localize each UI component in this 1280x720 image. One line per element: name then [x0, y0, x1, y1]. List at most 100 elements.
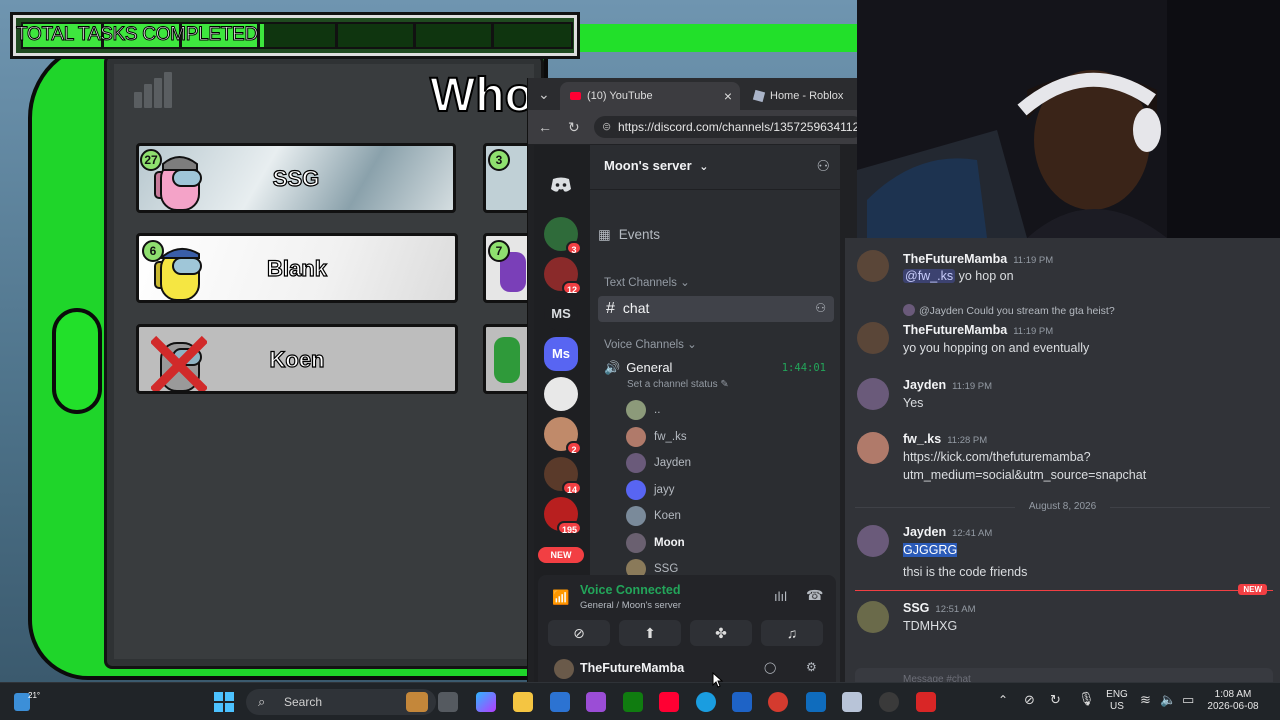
- tray-chevron-icon[interactable]: ⌃: [998, 693, 1008, 707]
- taskbar-search[interactable]: ⌕ Search: [246, 689, 436, 715]
- avatar[interactable]: [626, 532, 646, 553]
- obs-icon[interactable]: [879, 692, 899, 712]
- url-field[interactable]: ⊜ https://discord.com/channels/135725963…: [594, 116, 864, 138]
- volume-icon[interactable]: 🔈: [1160, 692, 1176, 708]
- signal-icon[interactable]: 📶: [552, 589, 569, 606]
- share-screen-button[interactable]: ⬆: [619, 620, 681, 646]
- invite-icon[interactable]: ⚇: [815, 301, 826, 315]
- roblox-app-icon[interactable]: [916, 692, 936, 712]
- disconnect-icon[interactable]: ☎: [806, 587, 823, 604]
- voice-user[interactable]: Koen: [626, 506, 681, 526]
- battery-icon[interactable]: ▭: [1182, 692, 1194, 708]
- server-ms[interactable]: MS: [544, 297, 578, 331]
- windows-start-icon[interactable]: [214, 692, 234, 712]
- gear-icon[interactable]: ⚙: [806, 660, 817, 674]
- current-username[interactable]: TheFutureMamba: [580, 661, 684, 675]
- avatar[interactable]: [626, 400, 646, 420]
- task-view-icon[interactable]: [438, 692, 458, 712]
- voice-user[interactable]: Moon: [626, 532, 685, 553]
- voice-user[interactable]: ..: [626, 400, 660, 420]
- server-icon[interactable]: 3: [544, 217, 582, 255]
- pdf-icon[interactable]: [768, 692, 788, 712]
- discord-logo-icon[interactable]: [550, 177, 572, 193]
- weather-widget[interactable]: 21°: [14, 691, 40, 711]
- avatar[interactable]: [857, 525, 889, 557]
- vote-card-ssg[interactable]: SSG: [136, 143, 456, 213]
- store-icon[interactable]: [550, 692, 570, 712]
- app-icon[interactable]: [586, 692, 606, 712]
- text-channels-category[interactable]: Text Channels ⌄: [604, 275, 840, 289]
- edge-icon[interactable]: [696, 692, 716, 712]
- selected-text[interactable]: GJGGRG: [903, 543, 958, 557]
- server-icon[interactable]: 12: [544, 257, 582, 295]
- voice-user[interactable]: jayy: [626, 479, 674, 500]
- avatar[interactable]: [857, 601, 889, 633]
- tab-youtube[interactable]: (10) YouTube ×: [560, 82, 740, 110]
- server-icon[interactable]: 2: [544, 417, 582, 455]
- word-icon[interactable]: [732, 692, 752, 712]
- server-header[interactable]: Moon's server ⌄ ⚇: [590, 145, 840, 190]
- invite-user-icon[interactable]: ⚇: [817, 157, 830, 175]
- message-author[interactable]: SSG 12:51 AM: [903, 601, 976, 615]
- vote-card-koen[interactable]: Koen: [136, 324, 458, 394]
- events-item[interactable]: ▦ Events: [598, 227, 834, 243]
- noise-suppression-icon[interactable]: ılıl: [774, 589, 787, 604]
- voice-channel-general[interactable]: 🔊 General 1:44:01: [604, 360, 840, 376]
- voice-user[interactable]: Jayden: [626, 453, 691, 473]
- close-tab-icon[interactable]: ×: [724, 88, 732, 104]
- new-servers-pill[interactable]: NEW: [538, 547, 584, 563]
- vote-card-blank[interactable]: Blank: [136, 233, 458, 303]
- voice-status[interactable]: Voice Connected: [580, 583, 680, 597]
- activities-button[interactable]: ✤: [690, 620, 752, 646]
- avatar[interactable]: [554, 659, 574, 679]
- voice-user[interactable]: fw_.ks: [626, 426, 687, 447]
- microphone-icon[interactable]: 🎙: [1078, 691, 1095, 707]
- server-icon[interactable]: [544, 377, 578, 411]
- avatar[interactable]: [626, 506, 646, 526]
- vote-card-partial[interactable]: [483, 324, 533, 394]
- avatar[interactable]: [857, 378, 889, 410]
- avatar[interactable]: [626, 426, 646, 447]
- app-icon[interactable]: [842, 692, 862, 712]
- reload-icon[interactable]: ↻: [568, 119, 580, 136]
- soundboard-button[interactable]: ♫: [761, 620, 823, 646]
- avatar[interactable]: [626, 479, 646, 500]
- avatar[interactable]: [857, 250, 889, 282]
- message-author[interactable]: Jayden 12:41 AM: [903, 525, 992, 539]
- camera-off-button[interactable]: ⊘: [548, 620, 610, 646]
- xbox-icon[interactable]: [623, 692, 643, 712]
- tray-icon[interactable]: ⊘: [1024, 692, 1035, 708]
- channel-chat[interactable]: # chat ⚇: [598, 296, 834, 322]
- tablet-side-button[interactable]: [52, 308, 102, 414]
- back-arrow-icon[interactable]: ←: [538, 119, 552, 135]
- wifi-icon[interactable]: ≋: [1140, 692, 1151, 708]
- message-author[interactable]: TheFutureMamba 11:19 PM: [903, 323, 1053, 337]
- server-icon[interactable]: 14: [544, 457, 582, 495]
- message-author[interactable]: TheFutureMamba 11:19 PM: [903, 252, 1053, 266]
- avatar[interactable]: [857, 432, 889, 464]
- outlook-icon[interactable]: [806, 692, 826, 712]
- message-link[interactable]: utm_medium=social&utm_source=snapchat: [903, 468, 1146, 482]
- server-icon[interactable]: 195: [544, 497, 582, 535]
- clock[interactable]: 1:08 AM 2026-06-08: [1200, 689, 1266, 713]
- file-explorer-icon[interactable]: [513, 692, 533, 712]
- set-channel-status[interactable]: Set a channel status ✎: [627, 379, 863, 390]
- voice-channels-category[interactable]: Voice Channels ⌄: [604, 337, 840, 351]
- tab-list-chevron-icon[interactable]: ⌄: [538, 86, 550, 103]
- reply-preview[interactable]: @Jayden Could you stream the gta heist?: [903, 304, 1115, 317]
- mic-icon[interactable]: ◯: [764, 661, 776, 674]
- avatar[interactable]: [626, 453, 646, 473]
- server-moons[interactable]: Ms: [544, 337, 578, 371]
- message-author[interactable]: fw_.ks 11:28 PM: [903, 432, 987, 446]
- avatar[interactable]: [857, 322, 889, 354]
- site-info-icon[interactable]: ⊜: [602, 116, 611, 138]
- tray-icon[interactable]: ↻: [1050, 692, 1061, 708]
- stats-bars-icon[interactable]: [134, 72, 174, 108]
- message-link[interactable]: https://kick.com/thefuturemamba?: [903, 450, 1091, 464]
- message-author[interactable]: Jayden 11:19 PM: [903, 378, 992, 392]
- youtube-app-icon[interactable]: [659, 692, 679, 712]
- language-indicator[interactable]: ENG US: [1102, 689, 1132, 713]
- user-mention[interactable]: @fw_.ks: [903, 269, 956, 283]
- tab-roblox[interactable]: Home - Roblox: [744, 82, 861, 110]
- copilot-icon[interactable]: [476, 692, 496, 712]
